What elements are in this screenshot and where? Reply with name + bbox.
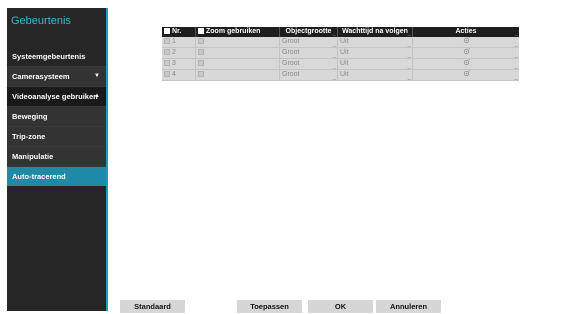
header-object-size[interactable]: Objectgrootte _ <box>280 27 338 37</box>
sidebar-item-auto-tracking[interactable]: Auto-tracerend <box>7 167 106 186</box>
row-actions: _ <box>413 37 519 47</box>
row-nr[interactable]: 3 <box>162 59 196 69</box>
sidebar-item-video-analytics[interactable]: Videoanalyse gebruiken ▲ <box>7 87 106 106</box>
auto-tracking-table: Nr. Zoom gebruiken Objectgrootte _ Wacht… <box>162 27 519 81</box>
wait-time-select[interactable]: Uit _ <box>338 59 413 69</box>
dropdown-icon: _ <box>332 41 336 47</box>
dropdown-icon: _ <box>407 63 411 69</box>
dropdown-icon: _ <box>407 41 411 47</box>
sidebar: Gebeurtenis Systeemgebeurtenis Camerasys… <box>7 8 106 311</box>
sidebar-item-tampering[interactable]: Manipulatie <box>7 147 106 166</box>
settings-icon[interactable] <box>463 48 470 55</box>
dropdown-icon: _ <box>332 74 336 80</box>
object-size-select[interactable]: Groot _ <box>280 37 338 47</box>
zoom-checkbox[interactable] <box>198 59 204 66</box>
object-size-select[interactable]: Groot _ <box>280 70 338 80</box>
sidebar-item-label: Manipulatie <box>12 152 54 161</box>
dropdown-icon: _ <box>332 63 336 69</box>
chevron-up-icon: ▲ <box>94 93 100 99</box>
dropdown-icon: _ <box>514 63 518 69</box>
zoom-checkbox[interactable] <box>198 70 204 77</box>
sidebar-item-label: Auto-tracerend <box>12 172 66 181</box>
sidebar-accent-bar <box>106 8 108 311</box>
zoom-all-checkbox[interactable] <box>198 27 204 34</box>
row-zoom[interactable] <box>196 48 280 58</box>
header-actions: Acties _ <box>455 28 518 37</box>
wait-time-select[interactable]: Uit _ <box>338 48 413 58</box>
table-row: 3 Groot _ Uit _ _ <box>162 59 519 70</box>
sidebar-item-motion[interactable]: Beweging <box>7 107 106 126</box>
table-row: 2 Groot _ Uit _ _ <box>162 48 519 59</box>
table-row: 4 Groot _ Uit _ _ <box>162 70 519 81</box>
event-settings-page: Gebeurtenis Systeemgebeurtenis Camerasys… <box>0 0 562 314</box>
row-nr[interactable]: 4 <box>162 70 196 80</box>
sidebar-item-camera-system[interactable]: Camerasysteem ▼ <box>7 67 106 86</box>
zoom-checkbox[interactable] <box>198 48 204 55</box>
sidebar-item-trip-zone[interactable]: Trip-zone <box>7 127 106 146</box>
settings-icon[interactable] <box>463 37 470 44</box>
row-zoom[interactable] <box>196 59 280 69</box>
zoom-checkbox[interactable] <box>198 37 204 44</box>
table-header: Nr. Zoom gebruiken Objectgrootte _ Wacht… <box>162 27 519 37</box>
chevron-down-icon: ▼ <box>94 73 100 79</box>
row-checkbox[interactable] <box>164 70 170 77</box>
settings-icon[interactable] <box>463 70 470 77</box>
wait-time-select[interactable]: Uit _ <box>338 70 413 80</box>
apply-button[interactable]: Toepassen <box>237 300 302 313</box>
sidebar-item-label: Beweging <box>12 112 48 121</box>
row-zoom[interactable] <box>196 37 280 47</box>
header-nr[interactable]: Nr. <box>162 27 196 37</box>
row-actions: _ <box>413 59 519 69</box>
row-actions: _ <box>413 70 519 80</box>
select-all-checkbox[interactable] <box>164 27 170 34</box>
dropdown-icon: _ <box>514 52 518 58</box>
row-checkbox[interactable] <box>164 48 170 55</box>
row-actions: _ <box>413 48 519 58</box>
dropdown-icon: _ <box>407 74 411 80</box>
sidebar-item-label: Videoanalyse gebruiken <box>12 92 98 101</box>
sidebar-item-label: Systeemgebeurtenis <box>12 52 86 61</box>
row-nr[interactable]: 2 <box>162 48 196 58</box>
sidebar-item-system-event[interactable]: Systeemgebeurtenis <box>7 47 106 66</box>
sidebar-item-label: Trip-zone <box>12 132 46 141</box>
default-button[interactable]: Standaard <box>120 300 185 313</box>
sidebar-item-label: Camerasysteem <box>12 72 70 81</box>
dropdown-icon: _ <box>514 41 518 47</box>
row-checkbox[interactable] <box>164 37 170 44</box>
dropdown-icon: _ <box>407 52 411 58</box>
row-checkbox[interactable] <box>164 59 170 66</box>
dropdown-icon: _ <box>514 74 518 80</box>
header-wait-time[interactable]: Wachttijd na volgen _ <box>338 27 413 37</box>
settings-icon[interactable] <box>463 59 470 66</box>
wait-time-select[interactable]: Uit _ <box>338 37 413 47</box>
row-zoom[interactable] <box>196 70 280 80</box>
ok-button[interactable]: OK <box>308 300 373 313</box>
header-zoom[interactable]: Zoom gebruiken <box>196 27 280 37</box>
sidebar-title: Gebeurtenis <box>11 15 71 27</box>
object-size-select[interactable]: Groot _ <box>280 59 338 69</box>
cancel-button[interactable]: Annuleren <box>376 300 441 313</box>
row-nr[interactable]: 1 <box>162 37 196 47</box>
dropdown-icon: _ <box>332 52 336 58</box>
table-row: 1 Groot _ Uit _ _ <box>162 37 519 48</box>
object-size-select[interactable]: Groot _ <box>280 48 338 58</box>
